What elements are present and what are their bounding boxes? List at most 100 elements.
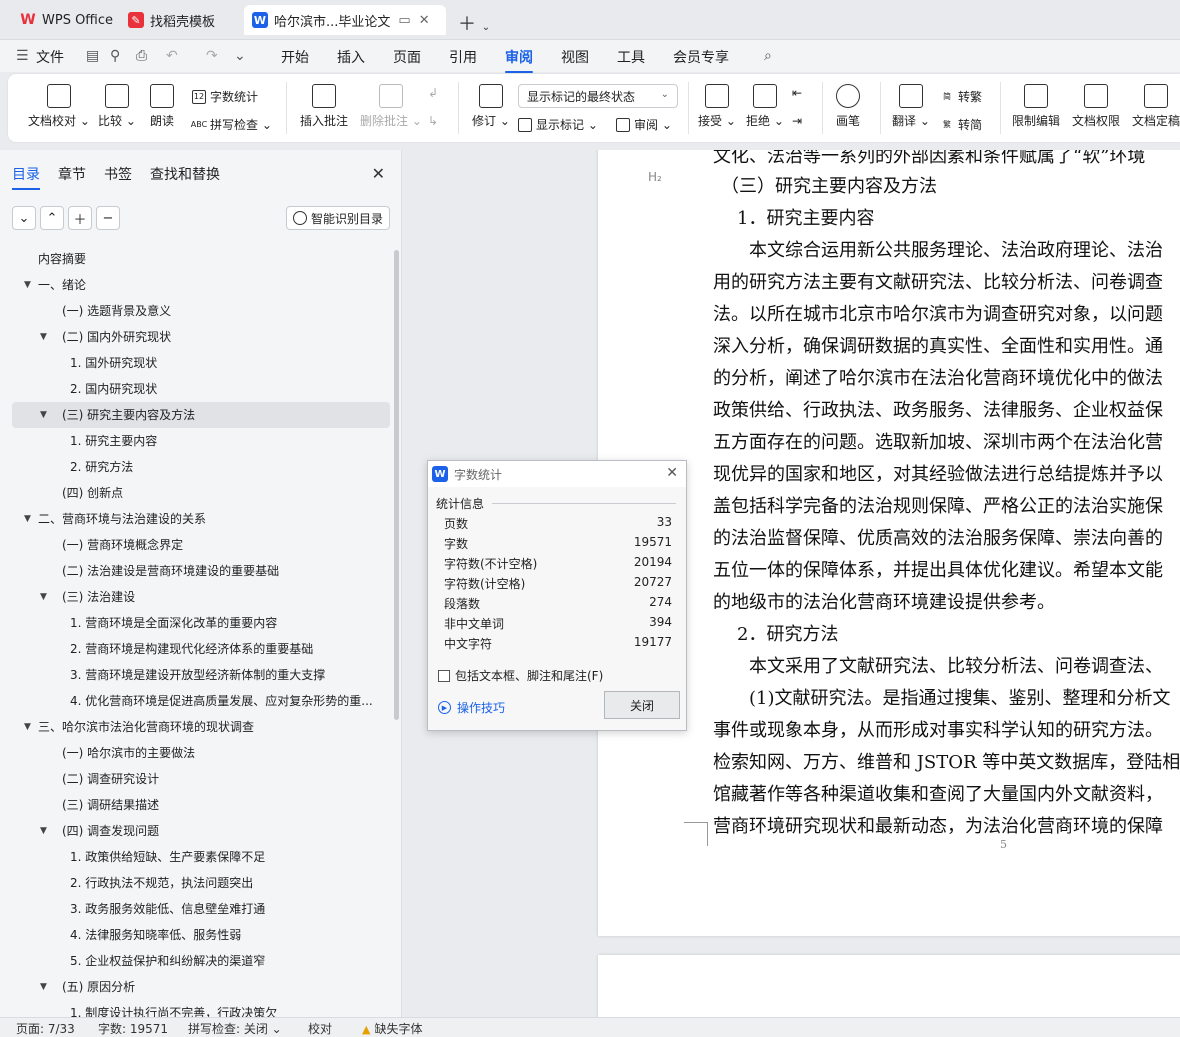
toc-item[interactable]: 4. 优化营商环境是促进高质量发展、应对复杂形势的重... bbox=[12, 688, 390, 714]
toc-item[interactable]: 5. 企业权益保护和纠纷解决的渠道窄 bbox=[12, 948, 390, 974]
menu-reference[interactable]: 引用 bbox=[449, 47, 477, 67]
doc-text-line[interactable]: 检索知网、万方、维普和 JSTOR 等中英文数据库，登陆相 bbox=[713, 748, 1180, 774]
delete-comment-button[interactable]: 删除批注 ⌄ bbox=[360, 84, 422, 129]
tab-document[interactable]: W 哈尔滨市...毕业论文 ▭ ✕ bbox=[244, 5, 446, 35]
doc-text-line[interactable]: 盖包括科学完备的法治规则保障、严格公正的法治实施保 bbox=[713, 492, 1163, 518]
doc-heading[interactable]: （三）研究主要内容及方法 bbox=[721, 172, 937, 198]
toc-item[interactable]: ▼ (三) 法治建设 bbox=[12, 584, 390, 610]
caret-down-icon[interactable]: ▼ bbox=[24, 272, 31, 298]
word-count-button[interactable]: 12 字数统计 bbox=[192, 88, 258, 105]
tab-docer-template[interactable]: ✎ 找稻壳模板 bbox=[120, 5, 223, 35]
toc-item[interactable]: 1. 政策供给短缺、生产要素保障不足 bbox=[12, 844, 390, 870]
checkbox-box[interactable] bbox=[438, 669, 450, 682]
menu-tools[interactable]: 工具 bbox=[617, 47, 645, 67]
doc-text-line[interactable]: 现优异的国家和地区，对其经验做法进行总结提炼并予以 bbox=[713, 460, 1163, 486]
add-heading-icon[interactable]: ＋ bbox=[68, 206, 92, 230]
doc-permission-button[interactable]: 文档权限 bbox=[1072, 84, 1120, 129]
revise-button[interactable]: 修订 ⌄ bbox=[472, 84, 510, 129]
to-traditional-button[interactable]: 简转繁 bbox=[940, 88, 982, 105]
toc-item[interactable]: ▼ 三、哈尔滨市法治化营商环境的现状调查 bbox=[12, 714, 390, 740]
toc-item[interactable]: ▼ (五) 原因分析 bbox=[12, 974, 390, 1000]
toc-item[interactable]: (一) 选题背景及意义 bbox=[12, 298, 390, 324]
close-icon[interactable]: ✕ bbox=[372, 164, 385, 183]
doc-heading[interactable]: 2．研究方法 bbox=[737, 620, 838, 646]
tab-window-icon[interactable]: ▭ bbox=[398, 13, 410, 28]
hamburger-icon[interactable]: ☰ bbox=[16, 48, 29, 64]
doc-text-line[interactable]: 五方面存在的问题。选取新加坡、深圳市两个在法治化营 bbox=[713, 428, 1163, 454]
include-textbox-checkbox[interactable]: 包括文本框、脚注和尾注(F) bbox=[438, 667, 603, 684]
next-comment-icon[interactable]: ↳ bbox=[428, 114, 438, 128]
toc-item[interactable]: (三) 调研结果描述 bbox=[12, 792, 390, 818]
caret-down-icon[interactable]: ▼ bbox=[40, 402, 47, 428]
caret-down-icon[interactable]: ▼ bbox=[40, 818, 47, 844]
toc-item[interactable]: 1. 研究主要内容 bbox=[12, 428, 390, 454]
menu-review[interactable]: 审阅 bbox=[505, 47, 533, 73]
toc-item[interactable]: ▼ 二、营商环境与法治建设的关系 bbox=[12, 506, 390, 532]
prev-change-icon[interactable]: ⇤ bbox=[792, 86, 802, 100]
tips-link[interactable]: ▶ 操作技巧 bbox=[438, 699, 505, 716]
doc-text-line[interactable]: 的法治监督保障、优质高效的法治服务保障、崇法向善的 bbox=[713, 524, 1163, 550]
doc-text-line[interactable]: 本文采用了文献研究法、比较分析法、问卷调查法、 bbox=[749, 652, 1163, 678]
tab-close-icon[interactable]: ✕ bbox=[419, 13, 430, 28]
translate-button[interactable]: 翻译 ⌄ bbox=[892, 84, 930, 129]
caret-down-icon[interactable]: ▼ bbox=[24, 714, 31, 740]
tab-wps-office[interactable]: W WPS Office bbox=[12, 5, 121, 35]
caret-down-icon[interactable]: ▼ bbox=[40, 974, 47, 1000]
tab-chapters[interactable]: 章节 bbox=[58, 164, 86, 184]
doc-text-line[interactable]: 五位一体的保障体系，并提出具体优化建议。希望本文能 bbox=[713, 556, 1163, 582]
review-pane-button[interactable]: 审阅 ⌄ bbox=[616, 116, 672, 133]
compare-button[interactable]: 比较 ⌄ bbox=[98, 84, 136, 129]
status-spell[interactable]: 拼写检查: 关闭 ⌄ bbox=[188, 1020, 282, 1037]
toc-item[interactable]: 1. 国外研究现状 bbox=[12, 350, 390, 376]
pen-button[interactable]: 画笔 bbox=[836, 84, 860, 129]
toc-item[interactable]: 4. 法律服务知晓率低、服务性弱 bbox=[12, 922, 390, 948]
insert-comment-button[interactable]: 插入批注 bbox=[300, 84, 348, 129]
toc-item[interactable]: ▼ (三) 研究主要内容及方法 bbox=[12, 402, 390, 428]
menu-view[interactable]: 视图 bbox=[561, 47, 589, 67]
tab-bookmarks[interactable]: 书签 bbox=[104, 164, 132, 184]
status-words[interactable]: 字数: 19571 bbox=[98, 1020, 168, 1037]
expand-up-icon[interactable]: ⌃ bbox=[40, 206, 64, 230]
dialog-close-button[interactable]: 关闭 bbox=[604, 691, 680, 719]
more-chevron-icon[interactable]: ⌄ bbox=[234, 48, 246, 64]
dialog-close-icon[interactable]: ✕ bbox=[666, 465, 678, 481]
remove-heading-icon[interactable]: − bbox=[96, 206, 120, 230]
undo-icon[interactable]: ↶ bbox=[166, 48, 178, 64]
menu-page[interactable]: 页面 bbox=[393, 47, 421, 67]
smart-toc-button[interactable]: 智能识别目录 bbox=[286, 206, 390, 230]
toc-item[interactable]: 2. 营商环境是构建现代化经济体系的重要基础 bbox=[12, 636, 390, 662]
toc-item[interactable]: ▼ (四) 调查发现问题 bbox=[12, 818, 390, 844]
read-aloud-button[interactable]: 朗读 bbox=[150, 84, 174, 129]
heading-marker-icon[interactable]: H₂ bbox=[648, 170, 662, 184]
status-page[interactable]: 页面: 7/33 bbox=[16, 1020, 75, 1037]
status-missing-font[interactable]: ▲ 缺失字体 bbox=[362, 1020, 422, 1037]
doc-text-line[interactable]: 营商环境研究现状和最新动态，为法治化营商环境的保障 bbox=[713, 812, 1163, 838]
doc-heading[interactable]: 1．研究主要内容 bbox=[737, 204, 874, 230]
toc-item[interactable]: (一) 营商环境概念界定 bbox=[12, 532, 390, 558]
reject-button[interactable]: 拒绝 ⌄ bbox=[746, 84, 784, 129]
to-simplified-button[interactable]: 繁转简 bbox=[940, 116, 982, 133]
toc-item[interactable]: 内容摘要 bbox=[12, 246, 390, 272]
doc-text-line[interactable]: 本文综合运用新公共服务理论、法治政府理论、法治 bbox=[749, 236, 1163, 262]
toc-item[interactable]: ▼ 一、绪论 bbox=[12, 272, 390, 298]
tab-find-replace[interactable]: 查找和替换 bbox=[150, 164, 220, 184]
search-icon[interactable]: ⌕ bbox=[764, 48, 772, 64]
next-change-icon[interactable]: ⇥ bbox=[792, 114, 802, 128]
doc-text-line[interactable]: 馆藏著作等各种渠道收集和查阅了大量国内外文献资料， bbox=[713, 780, 1163, 806]
tab-toc[interactable]: 目录 bbox=[12, 164, 40, 190]
show-markup-button[interactable]: 显示标记 ⌄ bbox=[518, 116, 598, 133]
save-icon[interactable]: ▤ bbox=[86, 48, 99, 64]
caret-down-icon[interactable]: ▼ bbox=[40, 324, 47, 350]
menu-home[interactable]: 开始 bbox=[281, 47, 309, 67]
new-tab-button[interactable]: ＋ ⌄ bbox=[458, 10, 490, 36]
doc-finalize-button[interactable]: 文档定稿 bbox=[1132, 84, 1180, 129]
doc-text-line[interactable]: 事件或现象本身，从而形成对事实科学认知的研究方法。 bbox=[713, 716, 1163, 742]
doc-text-line[interactable]: 的分析，阐述了哈尔滨市在法治化营商环境优化中的做法 bbox=[713, 364, 1163, 390]
menu-member[interactable]: 会员专享 bbox=[673, 47, 729, 67]
link-icon[interactable]: ⚲ bbox=[110, 48, 120, 64]
doc-text-line[interactable]: 文化、法治等一系列的外部因素和条件赋属了“软”环境 bbox=[713, 150, 1145, 168]
markup-state-select[interactable]: 显示标记的最终状态 ⌄ bbox=[518, 84, 678, 108]
doc-text-line[interactable]: (1)文献研究法。是指通过搜集、鉴别、整理和分析文 bbox=[749, 684, 1171, 710]
toc-item[interactable]: (四) 创新点 bbox=[12, 480, 390, 506]
doc-text-line[interactable]: 政策供给、行政执法、政务服务、法律服务、企业权益保 bbox=[713, 396, 1163, 422]
